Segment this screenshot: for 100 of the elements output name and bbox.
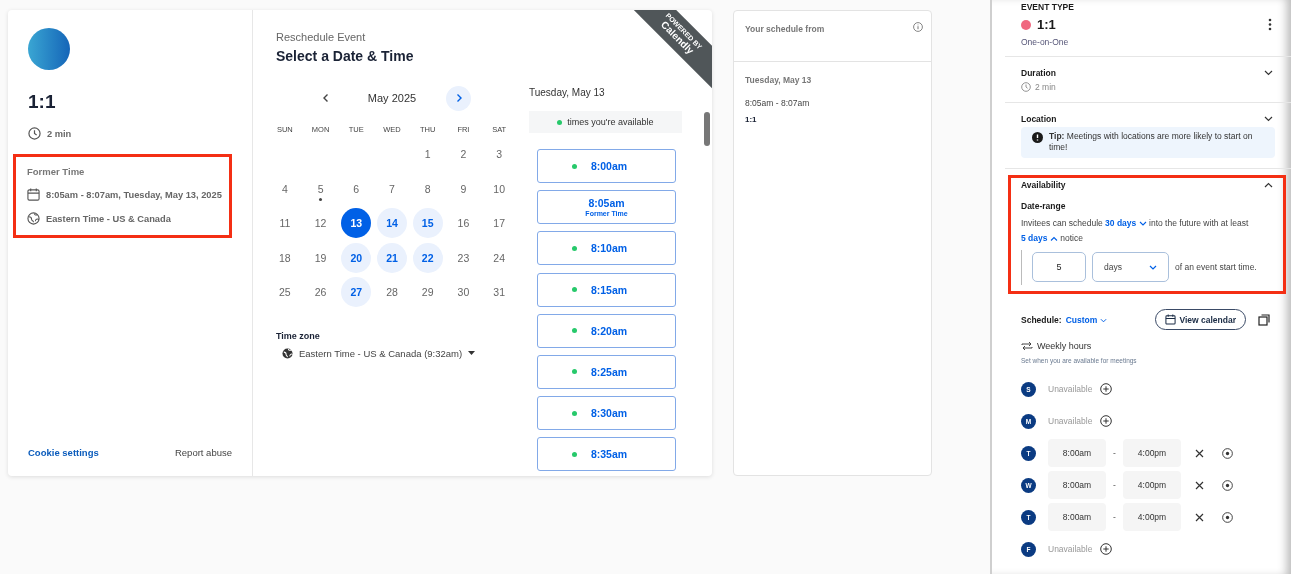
chevron-icon [1149,264,1157,270]
schedule-date: Tuesday, May 13 [745,75,813,85]
repeat-icon [1021,341,1033,352]
add-icon[interactable] [1100,543,1113,556]
chevron-icon[interactable] [1264,116,1273,122]
former-time-label: Former Time [27,166,86,177]
calendar-day[interactable]: 26 [305,277,336,308]
report-abuse-link[interactable]: Report abuse [174,447,232,458]
range-dash: - [1112,448,1117,459]
close-icon[interactable] [1195,448,1204,458]
calendar-day[interactable]: 1 [412,139,443,170]
end-time-field[interactable]: 4:00pm [1123,439,1181,468]
calendar-day[interactable]: 21 [377,242,407,273]
calendar-day[interactable]: 10 [484,173,515,204]
calendar-day[interactable]: 13 [341,208,372,239]
unavailable-text: Unavailable [1048,384,1093,395]
time-slot-button[interactable]: 8:10am [537,231,676,266]
chevron-icon [1138,221,1147,227]
calendar-day[interactable]: 30 [448,277,479,308]
calendar-day[interactable]: 24 [484,242,515,273]
time-slot-button[interactable]: 8:35am [537,437,676,472]
calendar-day[interactable]: 2 [448,139,479,170]
time-slot-button[interactable]: 8:30am [537,396,676,431]
calendar-day[interactable]: 8 [412,173,443,204]
date-range-label: Date-range [1021,201,1067,212]
info-icon[interactable] [913,22,923,32]
chevron-icon[interactable] [1264,182,1273,189]
target-icon[interactable] [1222,447,1233,459]
calendar-day[interactable]: 25 [269,277,300,308]
calendar-day[interactable]: 5 [305,173,336,204]
calendar-day[interactable]: 29 [412,277,443,308]
close-icon[interactable] [1195,480,1204,490]
weekly-hours-title: Weekly hours [1037,341,1092,352]
section-title: Location [1021,114,1057,124]
event-duration: 2 min [47,128,72,139]
range-dropdown-link[interactable]: 30 days [1105,218,1147,229]
globe-icon [282,347,293,359]
notice-amount-field[interactable]: 5 [1032,252,1086,283]
more-options-icon[interactable] [1268,18,1272,31]
calendar-day[interactable]: 18 [269,242,300,273]
calendar-day[interactable]: 27 [341,277,372,308]
time-slot-button[interactable]: 8:25am [537,354,676,389]
calendar-day[interactable]: 16 [448,208,479,239]
range-dash: - [1112,480,1117,491]
time-slot-button[interactable]: 8:15am [537,272,676,307]
calendar-day[interactable]: 31 [484,277,515,308]
notice-unit-dropdown[interactable]: days [1092,252,1169,283]
availability-legend: times you're available [529,111,682,133]
duplicate-icon[interactable] [1258,313,1270,326]
section-title: Availability [1021,180,1066,191]
cookie-settings-link[interactable]: Cookie settings [28,447,99,458]
schedule-dropdown[interactable]: Custom [1065,314,1107,325]
add-icon[interactable] [1100,383,1113,396]
time-zone-dropdown[interactable]: Eastern Time - US & Canada (9:32am) [282,347,476,359]
scrollbar[interactable] [704,112,710,146]
end-time-field[interactable]: 4:00pm [1123,503,1181,532]
calendar-day[interactable]: 7 [377,173,407,204]
section-title: Duration [1021,68,1056,78]
duration-value: 2 min [1035,82,1056,92]
alert-icon [1032,132,1043,143]
range-dash: - [1112,512,1117,523]
time-slot-button[interactable]: 8:20am [537,313,676,348]
page-overline: Reschedule Event [276,31,366,43]
calendar-day[interactable]: 15 [412,208,443,239]
calendar-day[interactable]: 9 [448,173,479,204]
calendar-day[interactable]: 3 [484,139,515,170]
calendar-day[interactable]: 23 [448,242,479,273]
target-icon[interactable] [1222,511,1233,523]
start-time-field[interactable]: 8:00am [1048,439,1106,468]
calendar-day[interactable]: 11 [269,208,300,239]
calendar-day[interactable]: 19 [305,242,336,273]
calendar-day[interactable]: 12 [305,208,336,239]
start-time-field[interactable]: 8:00am [1048,471,1106,500]
calendar-day[interactable]: 22 [412,242,443,273]
calendar-day[interactable]: 20 [341,242,372,273]
start-time-field[interactable]: 8:00am [1048,503,1106,532]
end-time-field[interactable]: 4:00pm [1123,471,1181,500]
target-icon[interactable] [1222,479,1233,491]
close-icon[interactable] [1195,512,1204,522]
time-slot-button[interactable]: 8:00am [537,149,676,183]
event-title: 1:1 [28,91,57,113]
tip-text: Tip: Meetings with locations are more likely to start on time! [1049,131,1254,154]
month-label: May 2025 [366,92,418,104]
calendar-day[interactable]: 17 [484,208,515,239]
chevron-icon [1049,236,1058,242]
schedule-card-title: Your schedule from [745,24,825,34]
calendar-day[interactable]: 6 [341,173,372,204]
calendar-icon [1165,314,1177,326]
calendar-day[interactable]: 4 [269,173,300,204]
avatar [28,28,70,70]
notice-suffix: of an event start time. [1175,262,1257,273]
selected-day-heading: Tuesday, May 13 [529,87,606,98]
calendar-day[interactable]: 28 [377,277,407,308]
caret-icon [468,350,476,356]
chevron-icon[interactable] [1264,70,1273,76]
event-type-title: 1:1 [1037,17,1056,32]
date-range-sentence: Invitees can schedule 30 days into the future with at least 5 days notice [1021,217,1250,246]
calendar-day[interactable]: 14 [377,208,407,239]
notice-dropdown-link[interactable]: 5 days [1021,233,1058,244]
add-icon[interactable] [1100,415,1113,428]
